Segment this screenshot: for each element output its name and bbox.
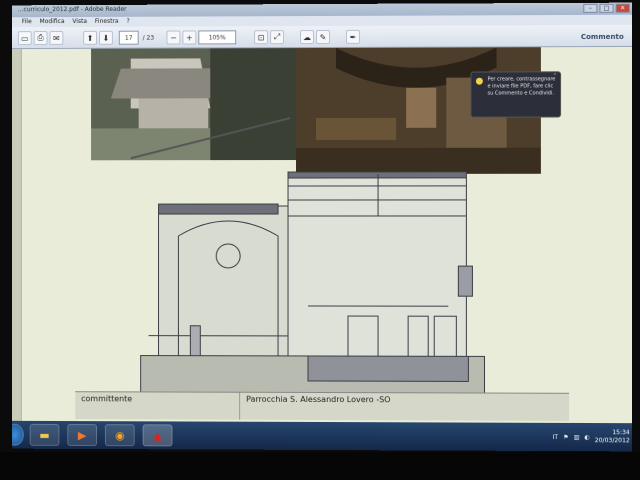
tooltip-text: Per creare, contrassegnare e inviare fil…	[487, 76, 556, 97]
maximize-button[interactable]: □	[599, 3, 614, 13]
media-player-icon[interactable]: ▶	[67, 424, 98, 447]
menu-vista[interactable]: Vista	[72, 17, 87, 27]
menu-help[interactable]: ?	[127, 17, 130, 27]
print-icon[interactable]: ⎙	[33, 31, 48, 46]
page-number-input[interactable]: 17	[118, 30, 139, 45]
project-info-table: committente Parrocchia S. Alessandro Lov…	[75, 391, 570, 421]
menu-finestra[interactable]: Finestra	[95, 17, 119, 27]
comment-panel-link[interactable]: Commento	[581, 33, 624, 41]
window-controls: – □ ✕	[583, 3, 630, 13]
adobe-reader-icon[interactable]: ▲	[142, 424, 173, 447]
minimize-button[interactable]: –	[583, 3, 598, 13]
highlight-icon[interactable]: ✎	[316, 29, 331, 45]
toolbar: ▭ ⎙ ✉ ⬆ ⬇ 17 / 23 − + 105% ⊡ ⤢ ☁ ✎ ✒	[11, 24, 634, 50]
projected-screen: ...curriculo_2012.pdf - Adobe Reader – □…	[11, 2, 634, 452]
committente-label: committente	[75, 392, 241, 420]
open-icon[interactable]: ▭	[17, 31, 32, 46]
church-exterior-photo	[91, 48, 297, 162]
clock-date: 20/03/2012	[594, 437, 630, 445]
next-page-icon[interactable]: ⬇	[98, 30, 113, 45]
full-screen-icon[interactable]: ⤢	[270, 30, 285, 45]
zoom-out-icon[interactable]: −	[166, 30, 181, 45]
architectural-section-drawing	[129, 166, 497, 397]
sticky-note-icon[interactable]: ☁	[300, 30, 315, 45]
zoom-in-icon[interactable]: +	[182, 30, 197, 45]
previous-page-icon[interactable]: ⬆	[83, 30, 98, 45]
menu-modifica[interactable]: Modifica	[40, 17, 65, 27]
tooltip-close-icon[interactable]: ^	[553, 73, 557, 79]
flag-icon[interactable]: ⚑	[563, 433, 568, 440]
clock-time: 15:34	[612, 429, 630, 437]
screen-bezel	[632, 0, 640, 480]
office-outlook-icon[interactable]: ◉	[104, 424, 135, 447]
document-view[interactable]: ● ^ Per creare, contrassegnare e inviare…	[11, 46, 634, 428]
start-button[interactable]	[11, 423, 24, 446]
room-foreground	[0, 452, 640, 480]
projection-frame: ...curriculo_2012.pdf - Adobe Reader – □…	[0, 0, 640, 480]
fit-page-icon[interactable]: ⊡	[254, 30, 269, 45]
system-tray: IT ⚑ ▥ ◐ 15:34 20/03/2012	[553, 427, 630, 447]
comment-tooltip: ● ^ Per creare, contrassegnare e inviare…	[470, 71, 562, 118]
committente-value: Parrocchia S. Alessandro Lovero -SO	[246, 394, 391, 405]
close-button[interactable]: ✕	[615, 3, 630, 13]
sign-icon[interactable]: ✒	[346, 29, 361, 44]
clock[interactable]: 15:34 20/03/2012	[595, 429, 630, 445]
volume-icon[interactable]: ◐	[584, 434, 589, 441]
page-total: / 23	[142, 34, 155, 42]
explorer-folder-icon[interactable]: ▬	[29, 423, 60, 446]
network-icon[interactable]: ▥	[574, 434, 580, 441]
windows-taskbar: ▬ ▶ ◉ ▲ IT ⚑ ▥ ◐ 15:34 20/03/2012	[11, 420, 634, 452]
language-indicator[interactable]: IT	[553, 433, 558, 440]
zoom-select[interactable]: 105%	[198, 30, 237, 45]
window-title: ...curriculo_2012.pdf - Adobe Reader	[17, 5, 127, 14]
menu-file[interactable]: File	[22, 17, 32, 27]
lightbulb-icon: ●	[475, 76, 484, 87]
navigation-sidebar[interactable]	[11, 49, 22, 425]
email-icon[interactable]: ✉	[49, 30, 64, 45]
